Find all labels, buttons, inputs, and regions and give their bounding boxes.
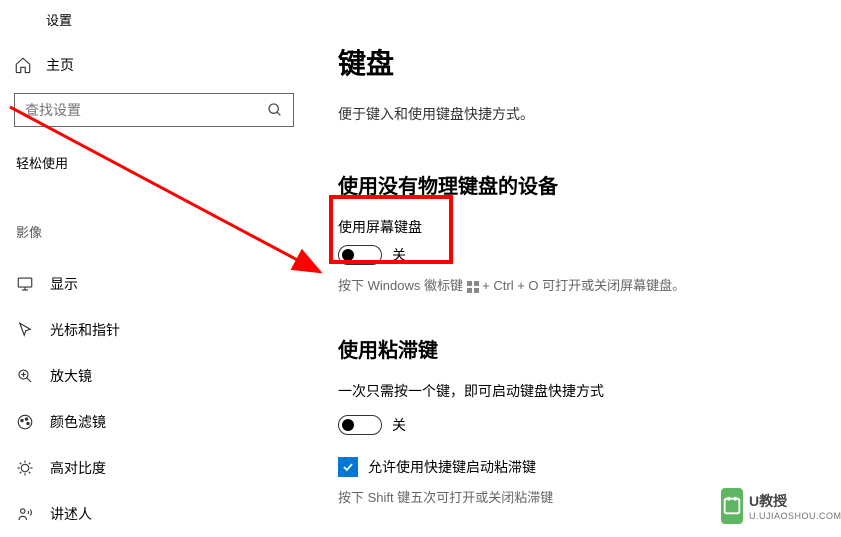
sidebar-item-highcontrast[interactable]: 高对比度 [14, 445, 310, 491]
watermark: U教授 U.UJIAOSHOU.COM [721, 478, 841, 534]
toggle-knob [342, 419, 354, 431]
search-input[interactable] [25, 102, 267, 118]
sticky-shortcut-label: 允许使用快捷键启动粘滞键 [368, 457, 536, 477]
home-label: 主页 [46, 55, 74, 75]
app-title: 设置 [46, 10, 310, 29]
onscreen-keyboard-toggle[interactable] [338, 245, 382, 265]
onscreen-keyboard-hint: 按下 Windows 徽标键 + Ctrl + O 可打开或关闭屏幕键盘。 [338, 275, 841, 294]
sticky-shortcut-checkbox-row: 允许使用快捷键启动粘滞键 [338, 457, 841, 477]
palette-icon [16, 413, 34, 431]
section-heading-onscreen: 使用没有物理键盘的设备 [338, 170, 841, 199]
home-icon [14, 56, 32, 74]
sidebar-item-label: 光标和指针 [50, 320, 120, 340]
sticky-keys-toggle-row: 关 [338, 415, 841, 435]
sidebar-item-label: 颜色滤镜 [50, 412, 106, 432]
search-icon [267, 102, 283, 118]
sidebar-item-cursor[interactable]: 光标和指针 [14, 307, 310, 353]
onscreen-keyboard-label: 使用屏幕键盘 [338, 217, 841, 237]
page-title: 键盘 [338, 42, 841, 82]
sidebar-item-colorfilters[interactable]: 颜色滤镜 [14, 399, 310, 445]
sticky-shortcut-checkbox[interactable] [338, 457, 358, 477]
sidebar-section-label: 影像 [16, 222, 310, 241]
sticky-keys-desc: 一次只需按一个键，即可启动键盘快捷方式 [338, 381, 841, 401]
category-label: 轻松使用 [16, 153, 310, 172]
sticky-keys-toggle[interactable] [338, 415, 382, 435]
monitor-icon [16, 275, 34, 293]
watermark-title: U教授 [749, 491, 841, 511]
intro-text: 便于键入和使用键盘快捷方式。 [338, 104, 841, 124]
onscreen-keyboard-toggle-row: 关 [338, 245, 841, 265]
narrator-icon [16, 505, 34, 523]
sidebar-item-label: 显示 [50, 274, 78, 294]
sidebar-item-label: 讲述人 [50, 504, 92, 524]
section-heading-sticky: 使用粘滞键 [338, 334, 841, 363]
watermark-url: U.UJIAOSHOU.COM [749, 511, 841, 521]
sticky-keys-state: 关 [392, 415, 406, 435]
sidebar-item-magnifier[interactable]: 放大镜 [14, 353, 310, 399]
cursor-icon [16, 321, 34, 339]
sidebar: 设置 主页 轻松使用 影像 显示 光标和指针 放大镜 颜色 [0, 0, 310, 537]
toggle-knob [342, 249, 354, 261]
contrast-icon [16, 459, 34, 477]
magnifier-icon [16, 367, 34, 385]
search-box[interactable] [14, 93, 294, 127]
sidebar-item-display[interactable]: 显示 [14, 261, 310, 307]
sidebar-item-label: 放大镜 [50, 366, 92, 386]
sidebar-item-label: 高对比度 [50, 458, 106, 478]
main-content: 键盘 便于键入和使用键盘快捷方式。 使用没有物理键盘的设备 使用屏幕键盘 关 按… [338, 0, 841, 506]
onscreen-keyboard-state: 关 [392, 245, 406, 265]
watermark-logo-icon [721, 488, 743, 524]
home-nav[interactable]: 主页 [14, 51, 310, 79]
sidebar-item-narrator[interactable]: 讲述人 [14, 491, 310, 537]
windows-logo-icon [467, 281, 479, 293]
